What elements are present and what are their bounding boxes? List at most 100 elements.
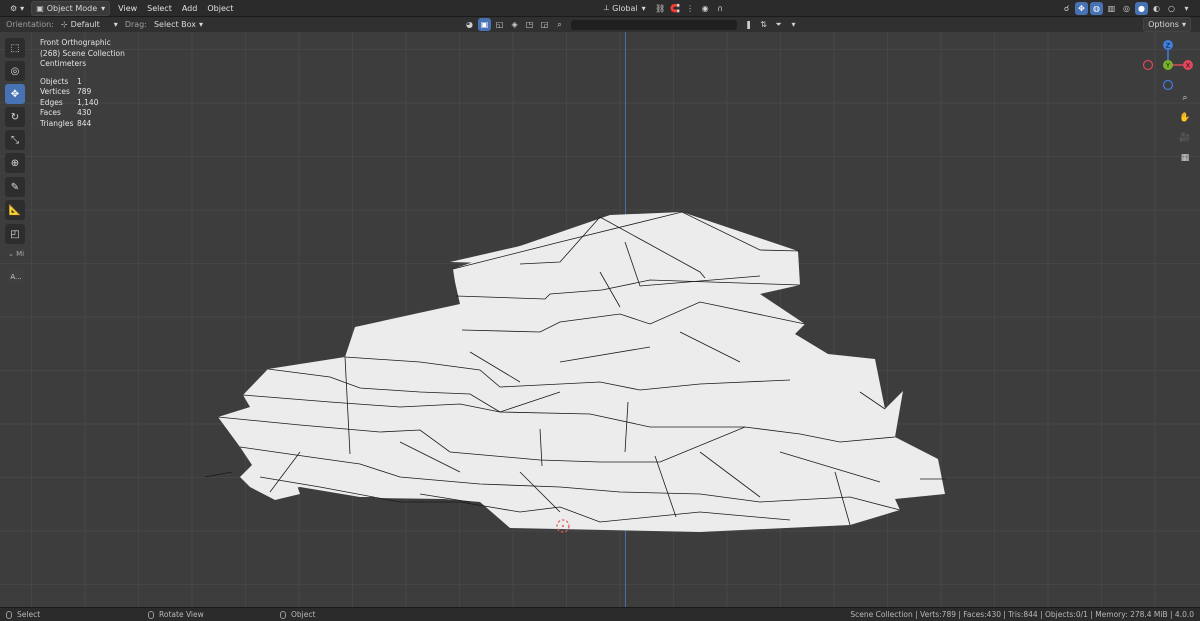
orientation-setting-label: Orientation: bbox=[6, 20, 54, 29]
stat-value: 430 bbox=[77, 108, 92, 117]
pivot-point-icon[interactable]: ⛓ bbox=[654, 2, 667, 15]
options-button[interactable]: Options ▾ bbox=[1143, 17, 1191, 32]
select-box-tool-icon[interactable]: ⬚ bbox=[5, 38, 25, 58]
shading-material-icon[interactable]: ◐ bbox=[1150, 2, 1163, 15]
sort-icon[interactable]: ⇅ bbox=[757, 18, 770, 31]
filter-icon-b[interactable]: ◈ bbox=[508, 18, 521, 31]
grid-ortho-icon[interactable]: ▦ bbox=[1177, 150, 1193, 166]
chevron-down-icon: ▾ bbox=[199, 20, 204, 29]
gizmo-neg-x-axis-icon[interactable] bbox=[1142, 59, 1154, 71]
options-label: Options bbox=[1148, 20, 1179, 29]
editor-type-button[interactable]: ⚙ ▾ bbox=[6, 2, 28, 15]
search-icon[interactable]: ⌕ bbox=[553, 18, 566, 31]
add-cube-tool-icon[interactable]: ◰ bbox=[5, 224, 25, 244]
viewport-header: ⚙ ▾ ▣ Object Mode ▾ View Select Add Objec… bbox=[0, 0, 1200, 17]
last-operator-panel-header[interactable]: ⌄ Mi bbox=[8, 250, 24, 258]
view-name: Front Orthographic bbox=[40, 38, 111, 47]
scale-tool-icon[interactable]: ⤡ bbox=[5, 130, 25, 150]
gizmo-visibility-icon[interactable]: ☌ bbox=[1060, 2, 1073, 15]
mode-label: Object Mode bbox=[46, 3, 98, 13]
shading-options-icon[interactable]: ▾ bbox=[1180, 2, 1193, 15]
measure-tool-icon[interactable]: 📐 bbox=[5, 200, 25, 220]
orientation-setting-value: Default bbox=[70, 20, 100, 29]
chevron-down-icon: ▾ bbox=[641, 3, 646, 13]
stat-label: Vertices bbox=[40, 87, 70, 96]
stat-value: 1 bbox=[77, 76, 82, 86]
snap-icon[interactable]: 🧲 bbox=[669, 2, 682, 15]
scene-statistics: Scene Collection | Verts:789 | Faces:430… bbox=[850, 610, 1194, 619]
shading-rendered-icon[interactable]: ○ bbox=[1165, 2, 1178, 15]
transform-orientation-dropdown[interactable]: ⟂ Global ▾ bbox=[600, 2, 650, 15]
chevron-down-icon[interactable]: ▾ bbox=[787, 18, 800, 31]
tool-settings-bar: Orientation: ⊹ Default ▾ Drag: Select Bo… bbox=[0, 17, 1200, 32]
pan-hand-icon[interactable]: ✋ bbox=[1177, 110, 1193, 126]
search-input[interactable] bbox=[571, 19, 738, 30]
shading-wireframe-icon[interactable]: ◎ bbox=[1120, 2, 1133, 15]
orientation-icon: ⟂ bbox=[603, 3, 610, 12]
status-object: Object bbox=[280, 610, 315, 619]
operator-button[interactable]: A... bbox=[8, 270, 24, 283]
stat-row-faces: Faces 430 bbox=[40, 108, 125, 119]
menu-add[interactable]: Add bbox=[177, 4, 203, 13]
falloff-icon[interactable]: ∩ bbox=[714, 2, 727, 15]
camera-icon[interactable]: 🎥 bbox=[1177, 130, 1193, 146]
mode-dropdown[interactable]: ▣ Object Mode ▾ bbox=[31, 0, 111, 16]
gizmo-z-label: Z bbox=[1166, 42, 1171, 50]
orientation-setting-dropdown[interactable]: ⊹ Default ▾ bbox=[57, 18, 122, 31]
move-tool-icon[interactable]: ✥ bbox=[5, 84, 25, 104]
shading-solid-icon[interactable]: ● bbox=[1135, 1, 1149, 15]
menu-select[interactable]: Select bbox=[142, 4, 177, 13]
gizmo-neg-z-axis-icon[interactable] bbox=[1162, 79, 1174, 91]
annotate-tool-icon[interactable]: ✎ bbox=[5, 177, 25, 197]
navigation-buttons: ⌕ ✋ 🎥 ▦ bbox=[1177, 90, 1193, 170]
filter-icon-c[interactable]: ◳ bbox=[523, 18, 536, 31]
chevron-down-icon: ▾ bbox=[113, 20, 118, 29]
editor-type-icon: ⚙ bbox=[10, 3, 18, 13]
show-gizmo-icon[interactable]: ✥ bbox=[1075, 1, 1089, 15]
viewport-text-overlay: Front Orthographic (268) Scene Collectio… bbox=[40, 38, 125, 129]
status-object-label: Object bbox=[291, 610, 316, 619]
collection-name: (268) Scene Collection bbox=[40, 48, 125, 58]
selectable-filter-icon[interactable]: ▣ bbox=[478, 18, 492, 31]
filter-icon-a[interactable]: ◱ bbox=[493, 18, 506, 31]
stat-label: Faces bbox=[40, 108, 61, 117]
status-bar: Select Rotate View Object Scene Collecti… bbox=[0, 607, 1200, 621]
chevron-down-icon: ▾ bbox=[101, 3, 106, 13]
status-select: Select bbox=[6, 610, 134, 619]
object-mode-icon: ▣ bbox=[36, 3, 44, 13]
stat-value: 844 bbox=[77, 118, 92, 128]
rotate-tool-icon[interactable]: ↻ bbox=[5, 107, 25, 127]
stat-label: Triangles bbox=[40, 118, 74, 128]
cursor-tool-icon[interactable]: ◎ bbox=[5, 61, 25, 81]
xray-icon[interactable]: ▥ bbox=[1105, 2, 1118, 15]
panel-label: Mi bbox=[16, 250, 25, 258]
3d-cursor-icon[interactable] bbox=[555, 518, 571, 534]
bookmark-icon[interactable]: ❚ bbox=[742, 18, 755, 31]
proportional-edit-icon[interactable]: ◉ bbox=[699, 2, 712, 15]
stat-row-vertices: Vertices 789 bbox=[40, 87, 125, 98]
navigation-gizmo[interactable]: Z X Y bbox=[1140, 37, 1196, 93]
visibility-filter-icon[interactable]: ◕ bbox=[463, 18, 476, 31]
snap-target-icon[interactable]: ⋮ bbox=[684, 2, 697, 15]
stat-label: Objects bbox=[40, 76, 69, 86]
filter-icon-d[interactable]: ◲ bbox=[538, 18, 551, 31]
chevron-down-icon: ⌄ bbox=[8, 250, 14, 258]
filter-funnel-icon[interactable]: ⏷ bbox=[772, 18, 785, 31]
mouse-middle-icon bbox=[148, 610, 154, 619]
transform-tool-icon[interactable]: ⊕ bbox=[5, 153, 25, 173]
menu-view[interactable]: View bbox=[113, 4, 142, 13]
overlays-icon[interactable]: ◍ bbox=[1090, 1, 1104, 15]
drag-setting-dropdown[interactable]: Select Box ▾ bbox=[150, 18, 207, 31]
crumpled-mesh[interactable] bbox=[0, 32, 1200, 607]
menu-object[interactable]: Object bbox=[202, 4, 238, 13]
zoom-icon[interactable]: ⌕ bbox=[1177, 90, 1193, 106]
status-rotate-view: Rotate View bbox=[148, 610, 266, 619]
drag-setting-value: Select Box bbox=[153, 20, 197, 29]
orientation-axes-icon: ⊹ bbox=[60, 20, 68, 29]
chevron-down-icon: ▾ bbox=[1181, 20, 1186, 29]
3d-viewport[interactable]: ⬚ ◎ ✥ ↻ ⤡ ⊕ ✎ 📐 ◰ Front Orthographic (26… bbox=[0, 32, 1200, 607]
status-rotate-label: Rotate View bbox=[159, 610, 204, 619]
status-select-label: Select bbox=[17, 610, 41, 619]
overlay-gap bbox=[40, 70, 125, 77]
stat-row-triangles: Triangles 844 bbox=[40, 119, 125, 130]
